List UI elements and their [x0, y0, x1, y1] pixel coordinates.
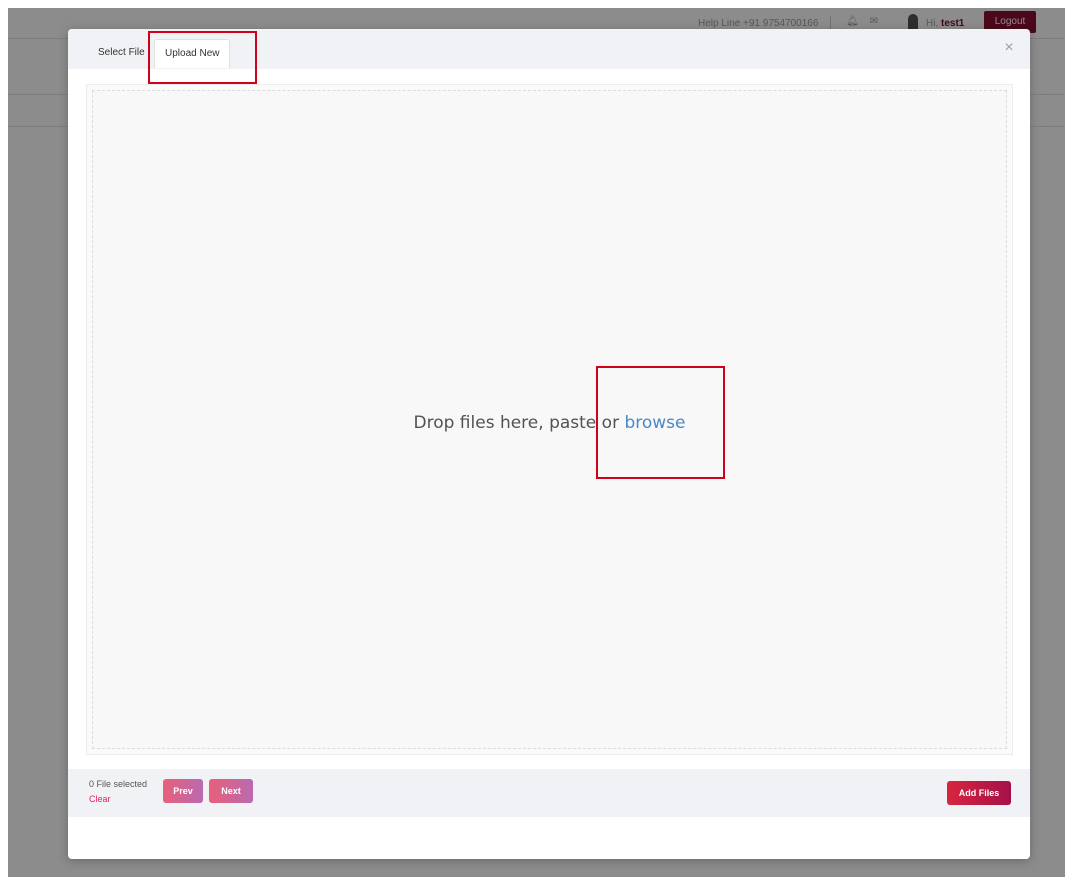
- clear-link[interactable]: Clear: [89, 794, 111, 804]
- highlight-box-upload-tab: [148, 31, 257, 84]
- dropzone-container: Drop files here, paste or browse: [86, 84, 1013, 755]
- file-upload-modal: Select File Upload New × Drop files here…: [68, 29, 1030, 859]
- next-button[interactable]: Next: [209, 779, 253, 803]
- dropzone[interactable]: Drop files here, paste or browse: [92, 90, 1007, 749]
- selected-count: 0 File selected: [89, 779, 148, 789]
- dropzone-text: Drop files here, paste or browse: [93, 413, 1006, 433]
- prev-button[interactable]: Prev: [163, 779, 203, 803]
- add-files-button[interactable]: Add Files: [947, 781, 1011, 805]
- dropzone-instruction: Drop files here, paste or: [413, 413, 625, 433]
- close-icon[interactable]: ×: [1002, 40, 1016, 56]
- highlight-box-browse: [596, 366, 725, 479]
- modal-footer: 0 File selected Clear Prev Next Add File…: [68, 769, 1030, 817]
- tab-select-file[interactable]: Select File: [88, 39, 155, 67]
